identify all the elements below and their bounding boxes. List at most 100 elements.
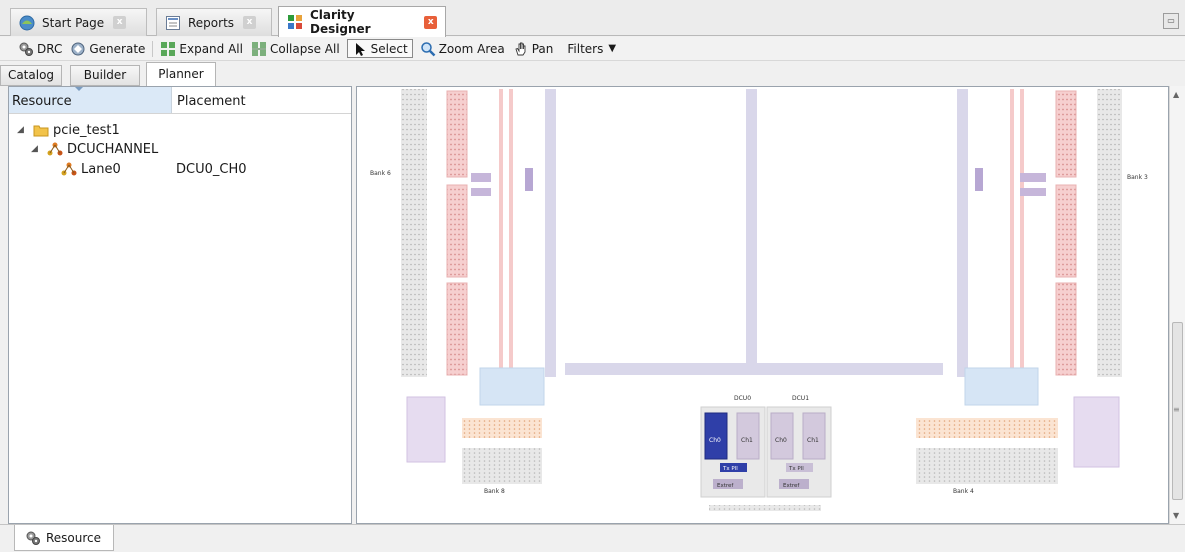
bank-6-io-block[interactable] xyxy=(446,282,468,376)
sort-indicator-icon xyxy=(75,87,83,91)
bank-6-io-block[interactable] xyxy=(446,90,468,178)
dcu0-txpll-label: Tx Pll xyxy=(722,466,738,472)
restore-window-icon[interactable]: ▭ xyxy=(1163,13,1179,29)
close-icon[interactable]: x xyxy=(113,16,127,29)
tree-node-dcuchannel[interactable]: ◢ DCUCHANNEL xyxy=(31,140,158,158)
clarity-designer-icon xyxy=(287,14,303,30)
bank-6-io-block[interactable] xyxy=(446,184,468,278)
dcu0-ch0-label: Ch0 xyxy=(709,437,721,444)
dcu1-ch1[interactable] xyxy=(802,412,826,460)
serdes-pin-strip xyxy=(709,505,821,511)
tree-node-pcie-test1[interactable]: ◢ pcie_test1 xyxy=(17,121,120,139)
tab-clarity-designer[interactable]: Clarity Designer x xyxy=(278,6,446,37)
device-floorplan[interactable]: Bank 6 Bank 3 Bank 8 Bank 4 DCU0 Ch0 Ch1… xyxy=(357,87,1168,523)
reports-icon xyxy=(165,15,181,31)
bank-4-io-bottom[interactable] xyxy=(916,448,1058,484)
tab-label: Reports xyxy=(188,15,235,30)
bank-6-io-column[interactable] xyxy=(401,89,427,377)
drc-gear-icon xyxy=(18,41,34,57)
bank-8-io-bottom[interactable] xyxy=(462,448,542,484)
tab-label: Start Page xyxy=(42,15,105,30)
tab-reports[interactable]: Reports x xyxy=(156,8,272,36)
planner-canvas[interactable]: Bank 6 Bank 3 Bank 8 Bank 4 DCU0 Ch0 Ch1… xyxy=(356,86,1169,524)
placement-column-header[interactable]: Placement xyxy=(172,87,351,113)
routing-channel xyxy=(957,89,968,377)
bank-3-io-column[interactable] xyxy=(1097,89,1122,377)
collapse-all-icon xyxy=(251,41,267,57)
pcs-block[interactable] xyxy=(406,396,446,463)
tab-label: Clarity Designer xyxy=(310,8,371,36)
tree-node-lane0[interactable]: Lane0 xyxy=(61,160,121,178)
expand-triangle-icon[interactable]: ◢ xyxy=(31,144,41,154)
expand-all-button[interactable]: Expand All xyxy=(156,39,247,59)
generate-button[interactable]: Generate xyxy=(66,39,149,59)
dcu1-block[interactable]: DCU1 Ch0 Ch1 Tx Pll Extref xyxy=(766,395,832,498)
dll-block[interactable] xyxy=(975,168,983,191)
pll-block[interactable] xyxy=(1020,173,1046,182)
zoom-area-button[interactable]: Zoom Area xyxy=(416,39,509,59)
bank-8-label: Bank 8 xyxy=(484,488,505,495)
dcu0-label: DCU0 xyxy=(734,395,751,402)
pll-block[interactable] xyxy=(1020,188,1046,196)
close-icon[interactable]: x xyxy=(243,16,257,29)
canvas-vertical-scrollbar[interactable]: ▲ ≡ ▼ xyxy=(1169,86,1185,524)
pll-block[interactable] xyxy=(471,173,491,182)
pll-block[interactable] xyxy=(471,188,491,196)
bank-3-region[interactable] xyxy=(957,89,1122,377)
collapse-all-button[interactable]: Collapse All xyxy=(247,39,344,59)
expand-all-icon xyxy=(160,41,176,57)
tab-resource-view[interactable]: Resource xyxy=(14,525,114,551)
resource-column-header[interactable]: Resource xyxy=(9,87,172,113)
bank-3-io-block[interactable] xyxy=(1055,282,1077,376)
dll-block[interactable] xyxy=(525,168,533,191)
dcu0-ch0-selected[interactable] xyxy=(704,412,728,460)
dcu1-ch0[interactable] xyxy=(770,412,794,460)
dcu1-ch1-label: Ch1 xyxy=(807,437,819,444)
bank-6-region[interactable] xyxy=(401,89,556,377)
routing-line xyxy=(509,89,513,377)
bank-3-label: Bank 3 xyxy=(1127,174,1148,181)
tab-start-page[interactable]: Start Page x xyxy=(10,8,147,36)
tab-planner[interactable]: Planner xyxy=(146,62,216,87)
pan-button[interactable]: Pan xyxy=(509,39,558,59)
tab-builder[interactable]: Builder xyxy=(70,65,140,86)
pcs-block[interactable] xyxy=(1073,396,1120,468)
toolbar-separator xyxy=(152,40,154,57)
lane-icon xyxy=(61,162,77,176)
select-tool-button[interactable]: Select xyxy=(346,39,413,58)
dcu0-extref-label: Extref xyxy=(717,483,734,489)
close-icon[interactable]: x xyxy=(424,15,437,29)
drc-button[interactable]: DRC xyxy=(14,39,66,59)
bank-4-io-top[interactable] xyxy=(916,418,1058,438)
dcu1-txpll-label: Tx Pll xyxy=(788,466,804,472)
dcu1-label: DCU1 xyxy=(792,395,809,402)
folder-icon xyxy=(33,123,49,137)
dcu0-block[interactable]: DCU0 Ch0 Ch1 Tx Pll Extref xyxy=(700,395,766,498)
editor-tab-bar: Start Page x Reports x Clarity Designer … xyxy=(0,0,1185,37)
bank-4-label: Bank 4 xyxy=(953,488,974,495)
bank-8-io-top[interactable] xyxy=(462,418,542,438)
dcu1-ch0-label: Ch0 xyxy=(775,437,787,444)
bank-3-io-block[interactable] xyxy=(1055,184,1077,278)
memory-block[interactable] xyxy=(964,367,1039,406)
dcu0-ch1[interactable] xyxy=(736,412,760,460)
resource-tree-panel: Resource Placement ◢ pcie_test1 ◢ DCUCHA… xyxy=(8,86,352,524)
routing-channel xyxy=(545,89,556,377)
bottom-view-bar: Resource xyxy=(0,524,1185,552)
scrollbar-grip-icon: ≡ xyxy=(1173,405,1180,414)
horizontal-routing-channel xyxy=(565,363,943,375)
tab-catalog[interactable]: Catalog xyxy=(0,65,62,86)
dropdown-arrow-icon: ▼ xyxy=(608,43,617,54)
resource-icon xyxy=(25,530,41,546)
bank-3-io-block[interactable] xyxy=(1055,90,1077,178)
hand-icon xyxy=(513,41,529,57)
scroll-down-arrow-icon[interactable]: ▼ xyxy=(1173,511,1179,520)
memory-block[interactable] xyxy=(479,367,545,406)
scroll-up-arrow-icon[interactable]: ▲ xyxy=(1173,90,1179,99)
start-page-icon xyxy=(19,15,35,31)
filters-dropdown[interactable]: Filters ▼ xyxy=(563,39,620,59)
generate-icon xyxy=(70,41,86,57)
bank-6-label: Bank 6 xyxy=(370,170,391,177)
expand-triangle-icon[interactable]: ◢ xyxy=(17,125,27,135)
routing-line xyxy=(1010,89,1014,377)
